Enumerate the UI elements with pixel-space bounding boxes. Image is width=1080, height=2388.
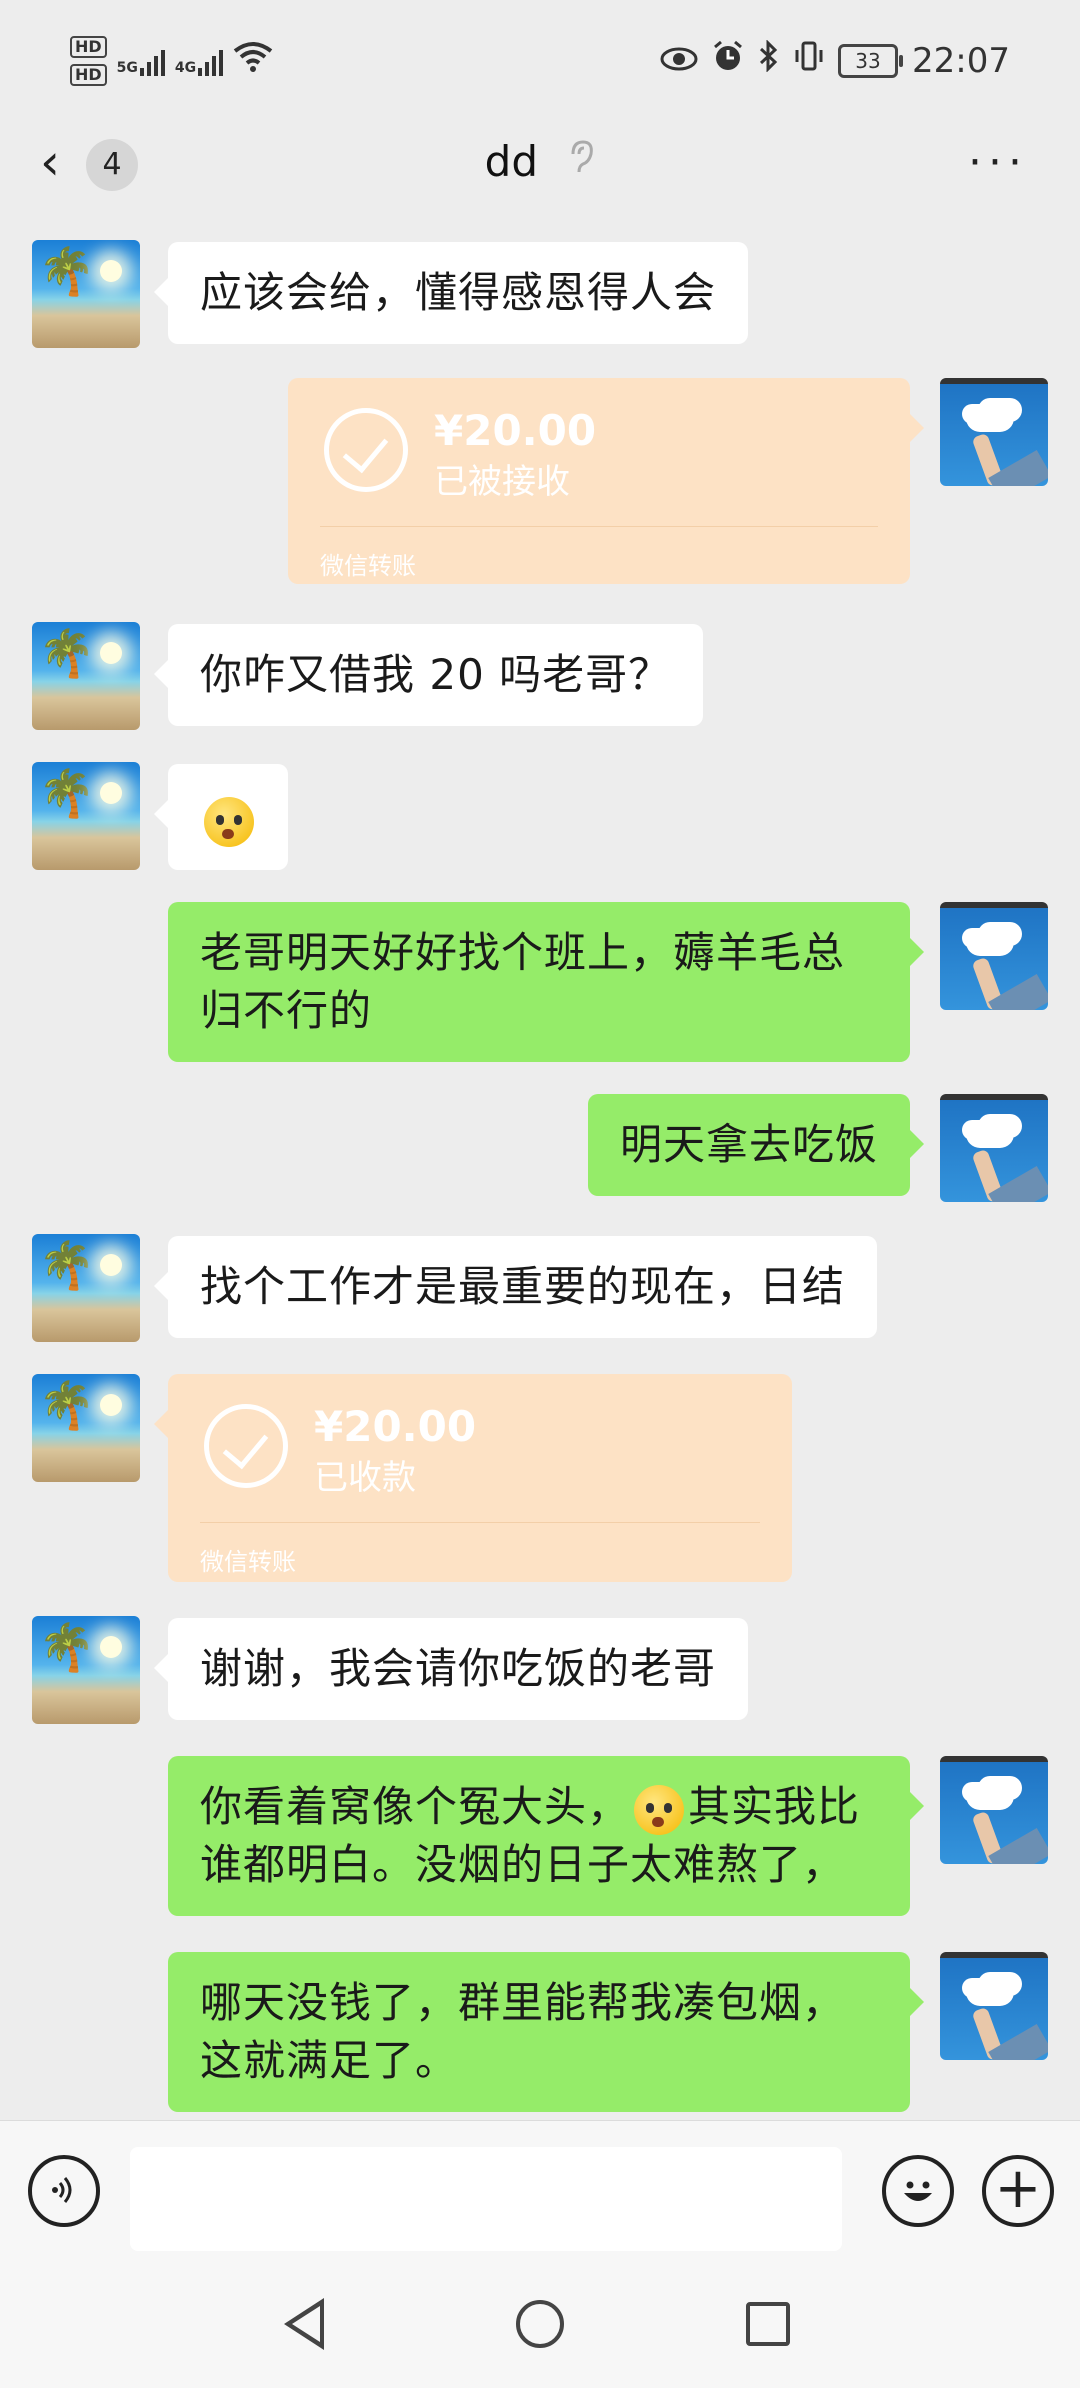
transfer-card[interactable]: ¥20.00 已收款 微信转账 (154, 1374, 792, 1582)
transfer-card[interactable]: ¥20.00 已被接收 微信转账 (288, 378, 924, 584)
system-nav-bar (0, 2268, 1080, 2388)
signal-4g-icon: 4G (175, 46, 224, 76)
chat-title: dd (484, 137, 538, 186)
message-row: 老哥明天好好找个班上，薅羊毛总归不行的 (0, 902, 1080, 1066)
message-row: 🌴 谢谢，我会请你吃饭的老哥 (0, 1616, 1080, 1726)
message-bubble[interactable]: 哪天没钱了，群里能帮我凑包烟，这就满足了。 (168, 1952, 924, 2112)
check-circle-icon (204, 1404, 288, 1488)
hd-indicator-2: HD (70, 64, 107, 86)
self-avatar[interactable] (940, 902, 1048, 1010)
alarm-icon (712, 40, 744, 81)
tearful-face-emoji-icon (634, 1784, 685, 1835)
contact-avatar[interactable]: 🌴 (32, 1374, 140, 1482)
message-row: ¥20.00 已被接收 微信转账 (0, 378, 1080, 588)
nav-recent-apps-icon[interactable] (746, 2302, 790, 2346)
eye-icon (660, 41, 698, 81)
message-bubble[interactable] (154, 764, 288, 870)
ear-icon (569, 140, 595, 185)
status-bar: HD HD 5G 4G 33 22:07 (0, 0, 1080, 130)
transfer-status: 已收款 (314, 1458, 416, 1498)
contact-avatar[interactable]: 🌴 (32, 1234, 140, 1342)
nav-back-icon[interactable] (284, 2298, 324, 2350)
chat-header: ‹ 4 dd ··· (0, 115, 1080, 215)
transfer-footer: 微信转账 (200, 1548, 296, 1576)
nav-home-icon[interactable] (516, 2300, 564, 2348)
message-input[interactable] (130, 2147, 842, 2251)
message-bubble[interactable]: 明天拿去吃饭 (587, 1094, 925, 1196)
contact-avatar[interactable]: 🌴 (32, 1616, 140, 1724)
message-row: 🌴 找个工作才是最重要的现在，日结 (0, 1234, 1080, 1344)
battery-icon: 33 (838, 43, 904, 78)
message-bubble[interactable]: 你咋又借我 20 吗老哥？ (153, 624, 704, 726)
transfer-status: 已被接收 (434, 462, 570, 502)
message-bubble[interactable]: 应该会给，懂得感恩得人会 (153, 242, 749, 344)
contact-avatar[interactable]: 🌴 (32, 762, 140, 870)
clock: 22:07 (912, 40, 1010, 81)
message-row: 🌴 ¥20.00 已收款 微信转账 (0, 1374, 1080, 1584)
transfer-footer: 微信转账 (320, 552, 416, 580)
message-row: 🌴 应该会给，懂得感恩得人会 (0, 240, 1080, 350)
self-avatar[interactable] (940, 1094, 1048, 1202)
message-bubble[interactable]: 你看着窝像个冤大头， 其实我比谁都明白。没烟的日子太难熬了， (168, 1756, 924, 1916)
vibrate-icon (794, 40, 824, 81)
contact-avatar[interactable]: 🌴 (32, 622, 140, 730)
self-avatar[interactable] (940, 1952, 1048, 2060)
add-icon[interactable]: + (982, 2155, 1054, 2227)
self-avatar[interactable] (940, 1756, 1048, 1864)
bluetooth-icon (758, 39, 780, 81)
voice-icon[interactable] (28, 2155, 100, 2227)
transfer-amount: ¥20.00 (314, 1402, 477, 1451)
message-row: 你看着窝像个冤大头， 其实我比谁都明白。没烟的日子太难熬了， (0, 1756, 1080, 1920)
message-list[interactable]: 🌴 应该会给，懂得感恩得人会 ¥20.00 已被接收 微信转账 🌴 你咋又借我 … (0, 236, 1080, 2120)
hd-indicator-1: HD (70, 36, 107, 58)
contact-avatar[interactable]: 🌴 (32, 240, 140, 348)
message-bubble[interactable]: 老哥明天好好找个班上，薅羊毛总归不行的 (168, 902, 924, 1062)
message-row: 哪天没钱了，群里能帮我凑包烟，这就满足了。 (0, 1952, 1080, 2116)
signal-5g-icon: 5G (117, 46, 165, 76)
more-options-icon[interactable]: ··· (968, 141, 1028, 185)
input-bar: + (0, 2120, 1080, 2269)
wifi-icon (233, 41, 273, 82)
message-row: 明天拿去吃饭 (0, 1094, 1080, 1204)
message-bubble[interactable]: 谢谢，我会请你吃饭的老哥 (153, 1618, 749, 1720)
message-row: 🌴 你咋又借我 20 吗老哥？ (0, 622, 1080, 732)
message-row: 🌴 (0, 762, 1080, 872)
check-circle-icon (324, 408, 408, 492)
shocked-face-emoji-icon (204, 796, 254, 847)
self-avatar[interactable] (940, 378, 1048, 486)
emoji-icon[interactable] (882, 2155, 954, 2227)
message-bubble[interactable]: 找个工作才是最重要的现在，日结 (153, 1236, 878, 1338)
transfer-amount: ¥20.00 (434, 406, 597, 455)
